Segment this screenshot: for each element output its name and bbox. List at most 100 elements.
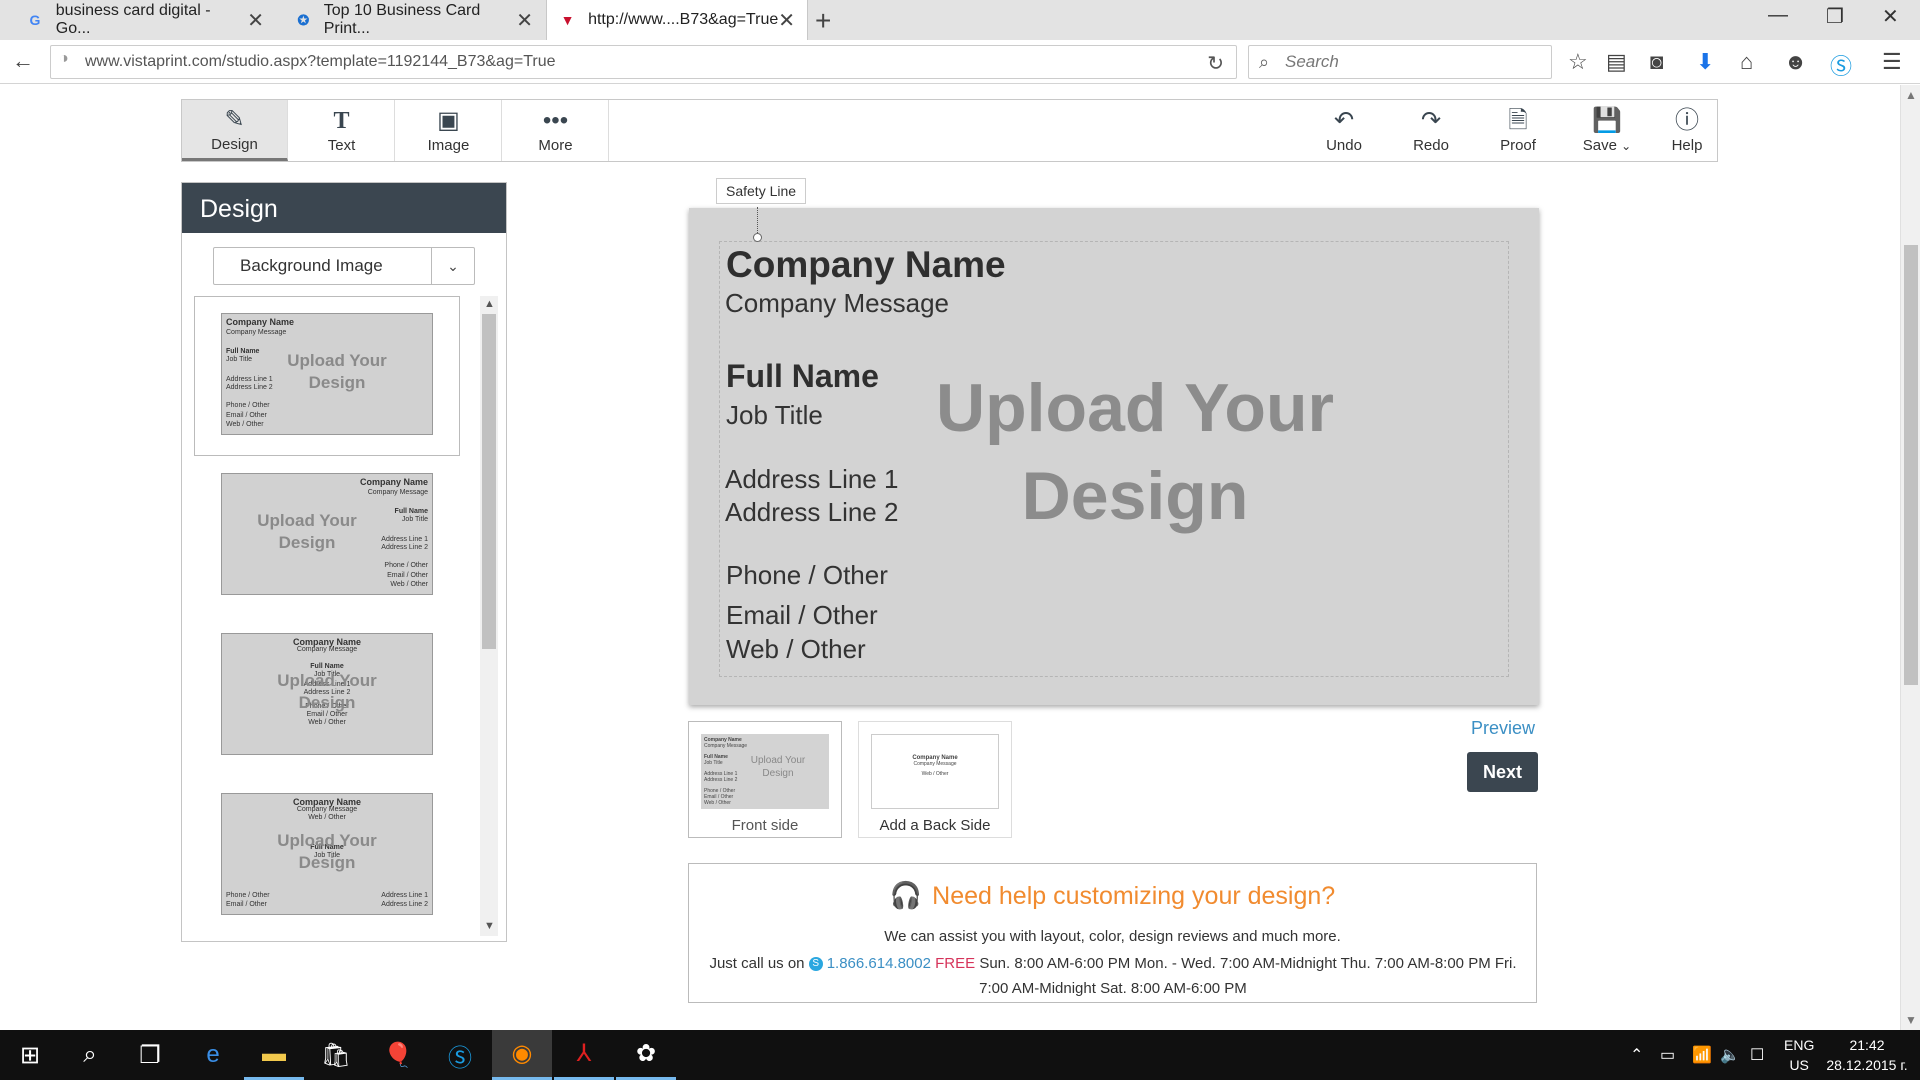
reading-list-icon[interactable]: ▤ — [1606, 49, 1627, 75]
tab-top10[interactable]: ✪ Top 10 Business Card Print... ✕ — [283, 0, 545, 40]
paint-icon[interactable]: 🎈 — [368, 1030, 428, 1080]
scrollbar-thumb[interactable] — [482, 314, 496, 649]
store-icon[interactable]: 🛍 — [306, 1030, 366, 1080]
volume-icon[interactable]: 🔈 — [1720, 1030, 1740, 1080]
show-hidden-icons[interactable]: ⌃ — [1630, 1030, 1643, 1080]
address-line-1-text[interactable]: Address Line 1 — [725, 464, 898, 495]
search-input[interactable]: ⌕ Search — [1248, 45, 1552, 79]
tool-redo[interactable]: ↷ Redo — [1391, 100, 1471, 161]
thumb-upload-text: Upload Your Design — [272, 350, 402, 394]
scrollbar-thumb[interactable] — [1904, 245, 1918, 685]
template-thumb-3[interactable]: Company Name Company Message Full Name J… — [221, 633, 433, 755]
graphics-app-icon[interactable]: ✿ — [616, 1030, 676, 1080]
back-icon[interactable]: ← — [12, 48, 34, 74]
home-icon[interactable]: ⌂ — [1740, 49, 1753, 75]
skype-icon[interactable]: Ⓢ — [1830, 49, 1852, 81]
tool-save[interactable]: 💾 Save ⌄ — [1562, 100, 1652, 161]
skype-app-icon[interactable]: Ⓢ — [430, 1030, 490, 1080]
preview-link[interactable]: Preview — [1471, 718, 1535, 739]
pencil-icon: ✎ — [224, 105, 245, 133]
site-info-icon[interactable]: ◑ — [59, 50, 69, 68]
tool-text[interactable]: T Text — [289, 100, 395, 161]
tool-proof[interactable]: 🗎 Proof — [1478, 100, 1558, 161]
google-icon: G — [29, 12, 41, 28]
template-thumb-1[interactable]: Company Name Company Message Full Name J… — [221, 313, 433, 435]
new-tab-button[interactable]: + — [815, 5, 831, 37]
address-line-2-text[interactable]: Address Line 2 — [725, 497, 898, 528]
firefox-icon[interactable]: ◉ — [492, 1030, 552, 1080]
url-bar[interactable]: ◑ www.vistaprint.com/studio.aspx?templat… — [50, 45, 1237, 79]
back-web: Web / Other — [921, 771, 949, 777]
safety-line-label: Safety Line — [716, 178, 807, 204]
company-name-text[interactable]: Company Name — [726, 244, 1006, 286]
headset-icon: 🎧 — [889, 880, 923, 910]
background-select[interactable]: Background Image ⌄ — [213, 247, 475, 285]
close-icon[interactable]: ✕ — [247, 8, 264, 33]
phone-text[interactable]: Phone / Other — [726, 560, 888, 591]
acrobat-icon[interactable]: ⅄ — [554, 1030, 614, 1080]
thumb-job: Job Title — [401, 516, 428, 523]
back-side-text: Company Name Company Message Web / Other — [872, 755, 998, 777]
menu-icon[interactable]: ☰ — [1882, 49, 1902, 75]
studio-toolbar: ✎ Design T Text ▣ Image ••• More ↶ Undo … — [181, 99, 1718, 162]
template-thumb-4[interactable]: Company Name Company Message Web / Other… — [221, 793, 433, 915]
close-icon[interactable]: ✕ — [778, 8, 795, 33]
scroll-up-icon[interactable]: ▲ — [1905, 88, 1917, 102]
job-title-text[interactable]: Job Title — [726, 400, 823, 431]
window-close-icon[interactable]: ✕ — [1882, 4, 1899, 29]
tool-label: Redo — [1413, 137, 1449, 154]
add-back-side-thumb[interactable]: Company Name Company Message Web / Other… — [858, 721, 1012, 838]
thumb-upload-line: Design — [298, 693, 356, 712]
scroll-down-icon[interactable]: ▼ — [1905, 1013, 1917, 1027]
edge-icon[interactable]: e — [183, 1030, 243, 1080]
close-icon[interactable]: ✕ — [516, 8, 533, 33]
background-select-value: Background Image — [240, 256, 383, 275]
thumb-upload-line: Upload Your — [277, 671, 377, 690]
company-message-text[interactable]: Company Message — [725, 288, 949, 319]
help-heading: 🎧 Need help customizing your design? — [689, 880, 1536, 911]
minimize-icon[interactable]: — — [1768, 4, 1788, 27]
full-name-text[interactable]: Full Name — [726, 358, 879, 395]
page-scrollbar[interactable]: ▲ ▼ — [1900, 85, 1920, 1030]
email-text[interactable]: Email / Other — [726, 600, 878, 631]
tool-image[interactable]: ▣ Image — [396, 100, 502, 161]
tool-help[interactable]: ⓘ Help — [1657, 100, 1717, 161]
tool-more[interactable]: ••• More — [503, 100, 609, 161]
template-thumb-2[interactable]: Company Name Company Message Full Name J… — [221, 473, 433, 595]
next-button[interactable]: Next — [1467, 752, 1538, 792]
phone-link[interactable]: 1.866.614.8002 — [827, 955, 931, 972]
chat-icon[interactable]: ☻ — [1784, 49, 1807, 75]
tool-undo[interactable]: ↶ Undo — [1304, 100, 1384, 161]
help-box: 🎧 Need help customizing your design? We c… — [688, 863, 1537, 1003]
tab-vistaprint[interactable]: ▼ http://www....B73&ag=True ✕ — [546, 0, 808, 40]
web-text[interactable]: Web / Other — [726, 634, 866, 665]
reload-icon[interactable]: ↻ — [1207, 51, 1224, 76]
front-side-label: Front side — [731, 817, 799, 834]
clock[interactable]: 21:42 28.12.2015 г. — [1822, 1035, 1912, 1075]
bookmark-star-icon[interactable]: ☆ — [1568, 49, 1588, 75]
file-explorer-icon[interactable]: ▬ — [244, 1030, 304, 1080]
download-icon[interactable]: ⬇ — [1696, 49, 1714, 75]
search-icon[interactable]: ⌕ — [60, 1030, 120, 1080]
thumb-company: Company Name — [292, 797, 362, 807]
start-icon[interactable]: ⊞ — [0, 1030, 60, 1080]
template-list-scrollbar[interactable]: ▲ ▼ — [480, 296, 498, 936]
tab-google-search[interactable]: G business card digital - Go... ✕ — [14, 0, 276, 40]
language-indicator[interactable]: ENG US — [1784, 1035, 1814, 1075]
chevron-down-icon[interactable]: ⌄ — [431, 248, 474, 284]
pocket-icon[interactable]: ◙ — [1650, 49, 1663, 75]
scroll-down-icon[interactable]: ▼ — [484, 920, 495, 932]
thumb-web: Web / Other — [308, 719, 346, 726]
restore-icon[interactable]: ❐ — [1826, 4, 1844, 29]
battery-icon[interactable]: ▭ — [1660, 1030, 1675, 1080]
scroll-up-icon[interactable]: ▲ — [484, 298, 495, 310]
tool-design[interactable]: ✎ Design — [182, 100, 288, 161]
business-card-canvas[interactable]: Company Name Company Message Full Name J… — [689, 208, 1539, 705]
network-icon[interactable]: 📶 — [1692, 1030, 1712, 1080]
front-side-thumb[interactable]: Company Name Company Message Full Name J… — [688, 721, 842, 838]
task-view-icon[interactable]: ❐ — [120, 1030, 180, 1080]
chevron-down-icon: ⌄ — [1621, 139, 1632, 153]
action-center-icon[interactable]: ☐ — [1750, 1030, 1764, 1080]
help-heading-text: Need help customizing your design? — [932, 882, 1336, 910]
upload-design-placeholder[interactable]: Upload Your Design — [905, 364, 1365, 540]
